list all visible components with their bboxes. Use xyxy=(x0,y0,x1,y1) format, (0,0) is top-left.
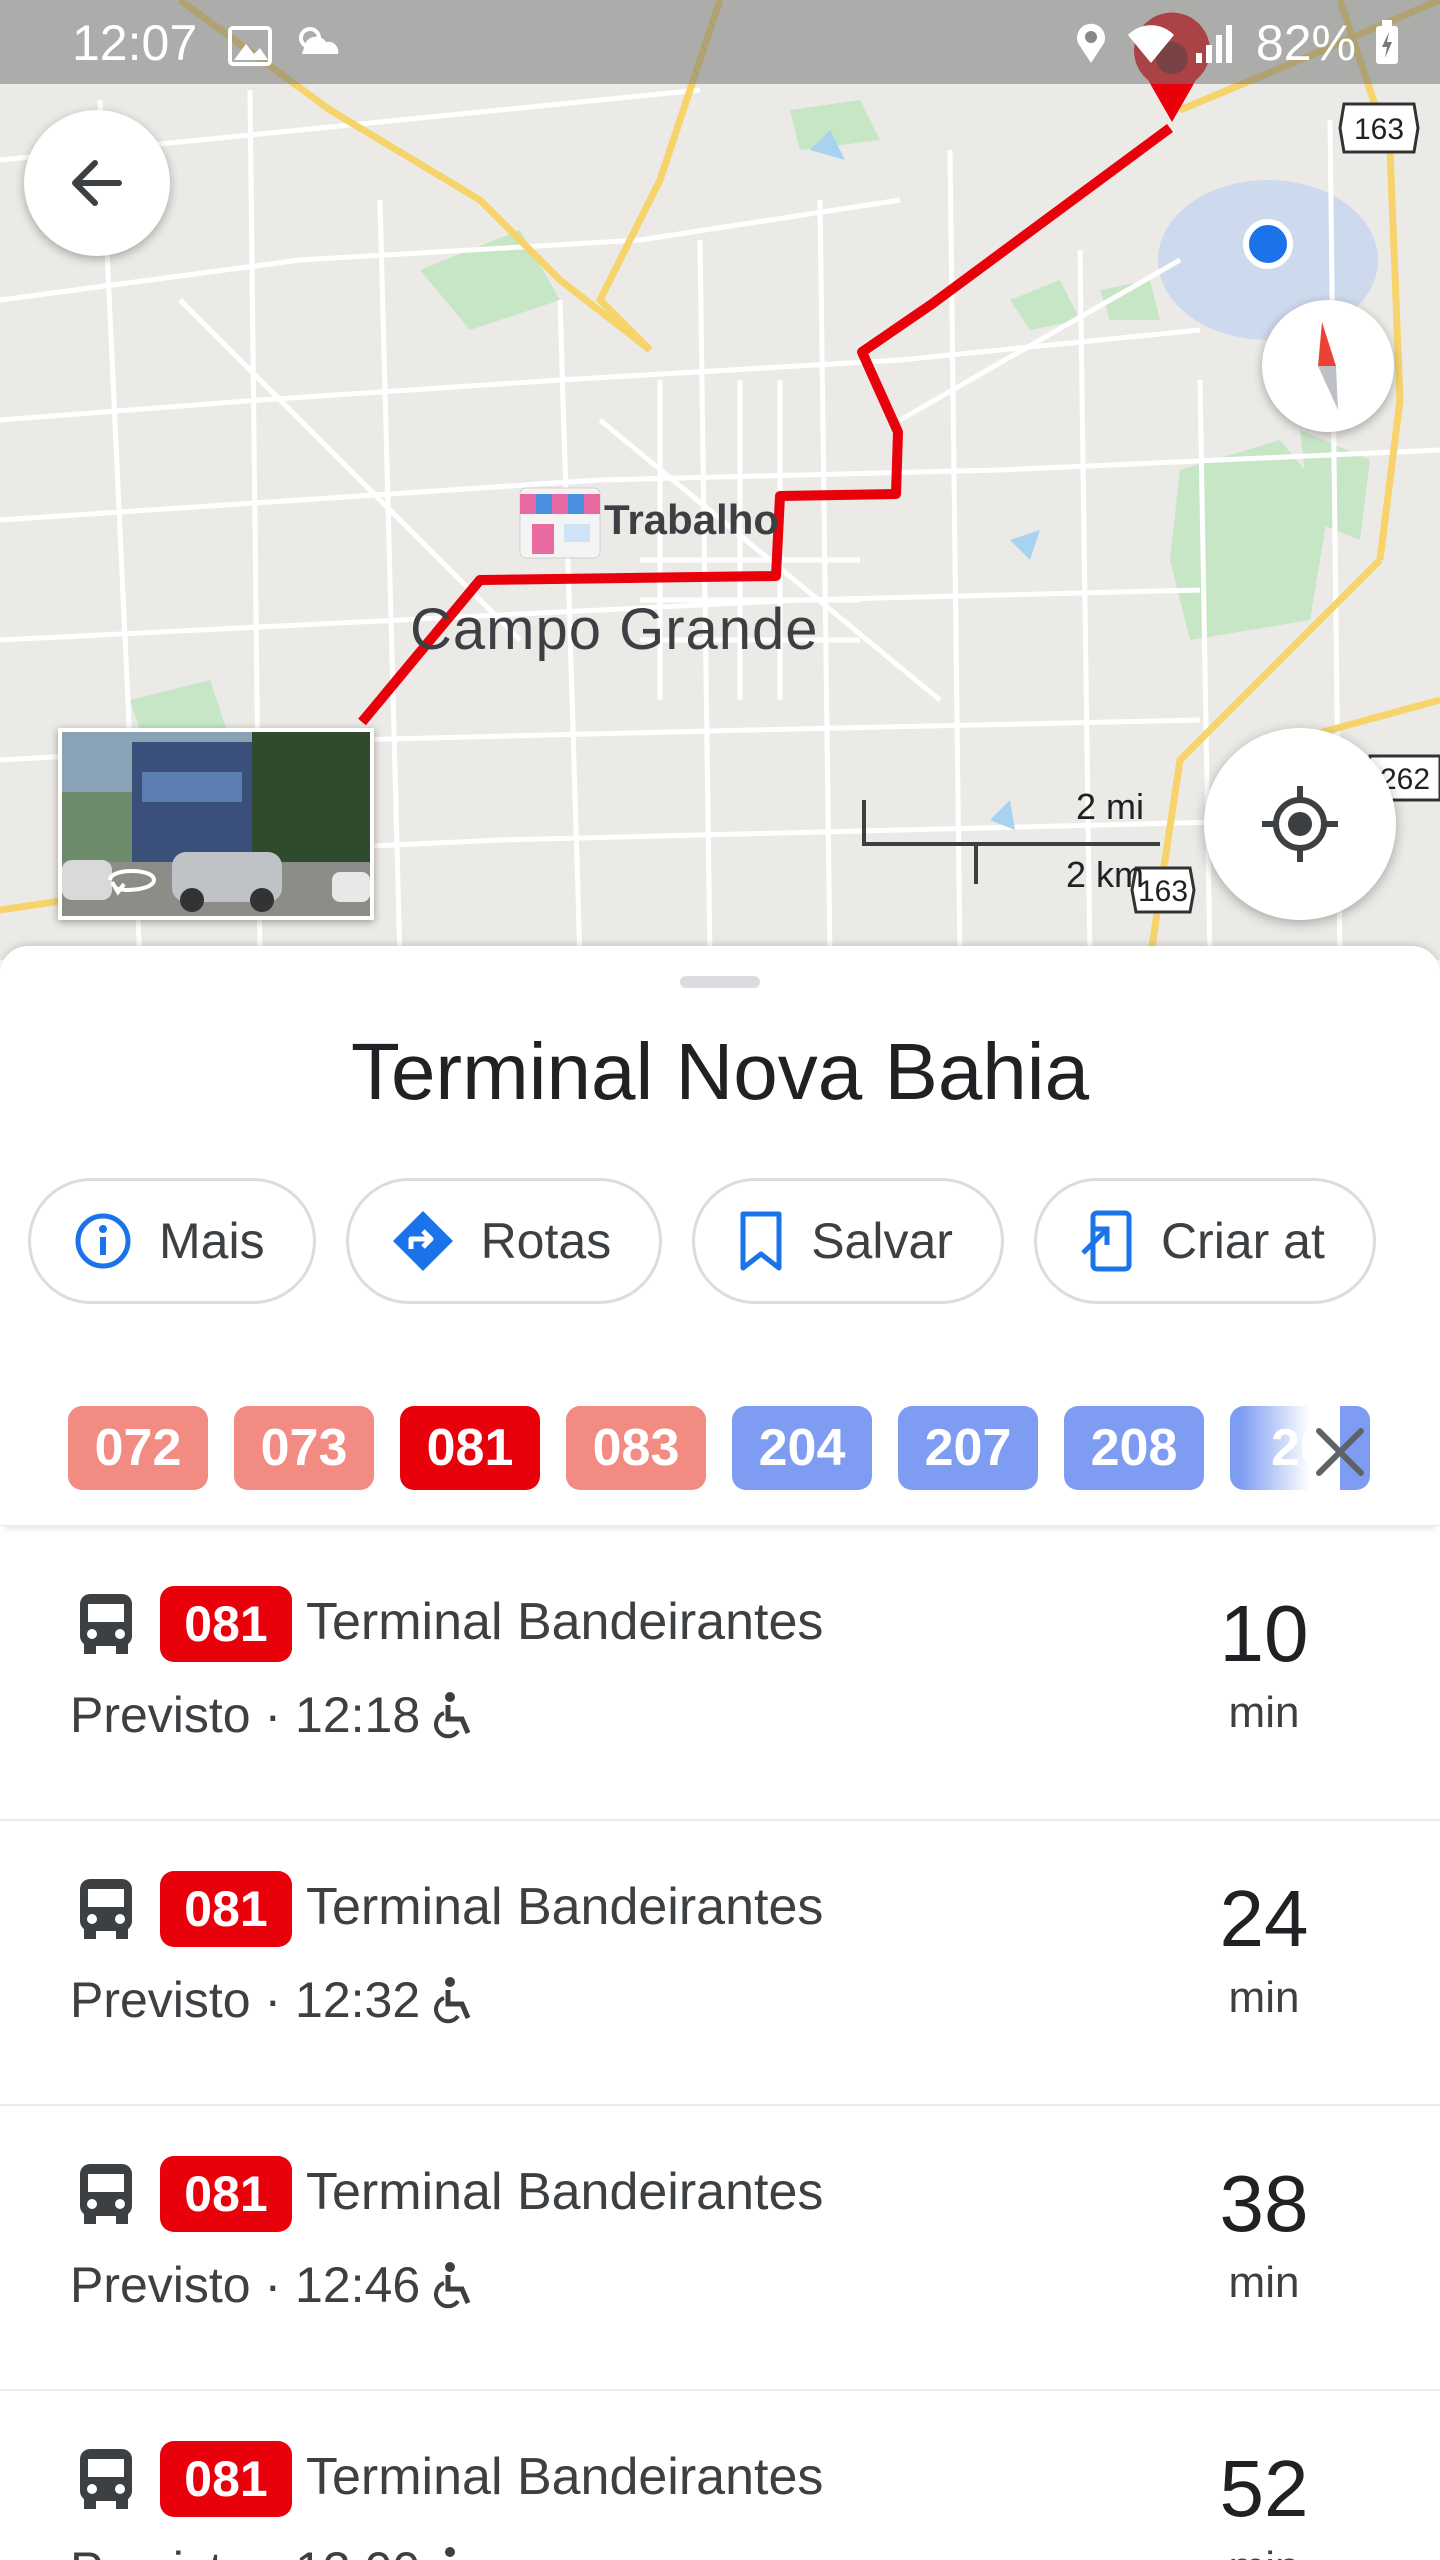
create-shortcut-button[interactable]: Criar at xyxy=(1033,1178,1376,1304)
highway-shield: 163 xyxy=(1338,102,1420,154)
weather-icon xyxy=(290,18,344,76)
scale-miles-label: 2 mi xyxy=(1076,786,1145,827)
route-filter-chip[interactable]: 072 xyxy=(68,1406,208,1490)
save-button[interactable]: Salvar xyxy=(692,1178,1004,1304)
clear-route-filter-button[interactable] xyxy=(1300,1412,1380,1492)
route-filter-chip[interactable]: 207 xyxy=(898,1406,1038,1490)
departure-status: Previsto · 12:18 xyxy=(70,1686,474,1744)
route-filter-chip[interactable]: 204 xyxy=(732,1406,872,1490)
city-label: Campo Grande xyxy=(410,597,819,662)
departure-row[interactable]: 081 Terminal Bandeirantes Previsto · 12:… xyxy=(0,2106,1440,2391)
more-info-button[interactable]: Mais xyxy=(28,1178,316,1304)
create-shortcut-label: Criar at xyxy=(1160,1213,1325,1269)
wifi-icon xyxy=(1127,25,1174,63)
bus-icon xyxy=(80,1879,132,1939)
svg-text:163: 163 xyxy=(1354,113,1404,146)
bus-icon xyxy=(80,1594,132,1654)
directions-button[interactable]: Rotas xyxy=(345,1178,663,1304)
shortcut-icon xyxy=(1081,1210,1132,1272)
wheelchair-accessible-icon xyxy=(445,2547,456,2557)
info-icon xyxy=(75,1213,131,1269)
svg-text:163: 163 xyxy=(1138,875,1188,908)
scheduled-time-label: Previsto · 13:00 xyxy=(70,2541,420,2560)
compass-icon xyxy=(1318,322,1338,410)
minutes-unit-label: min xyxy=(1184,2543,1344,2560)
directions-label: Rotas xyxy=(480,1213,612,1269)
wheelchair-accessible-icon xyxy=(434,1692,471,1739)
bus-icon xyxy=(80,2449,132,2509)
battery-charging-icon xyxy=(1376,20,1398,64)
route-filter-chip[interactable]: 081 xyxy=(400,1406,540,1490)
place-bottom-sheet[interactable]: Terminal Nova Bahia Mais Rotas Salvar Cr… xyxy=(0,946,1440,2560)
scheduled-time-label: Previsto · 12:32 xyxy=(70,1972,421,2028)
back-button[interactable] xyxy=(24,110,170,256)
place-title: Terminal Nova Bahia xyxy=(350,1027,1090,1116)
minutes-unit-label: min xyxy=(1228,2258,1300,2307)
status-time: 12:07 xyxy=(72,15,198,71)
route-chips: 07207308108320420720820 xyxy=(68,1406,1370,1490)
scale-km-label: 2 km xyxy=(1066,854,1145,895)
departure-row[interactable]: 081 Terminal Bandeirantes Previsto · 12:… xyxy=(0,1536,1440,1821)
route-badge: 081 xyxy=(160,2441,292,2517)
image-notification-icon xyxy=(228,20,272,78)
action-chips: Mais Rotas Salvar Criar at xyxy=(28,1178,1376,1304)
departure-status: Previsto · 12:32 xyxy=(70,1971,474,2029)
route-filter-chip[interactable]: 073 xyxy=(234,1406,374,1490)
rotate-360-icon xyxy=(108,869,157,896)
arrow-back-icon xyxy=(72,160,122,206)
route-filter-chip[interactable]: 208 xyxy=(1064,1406,1204,1490)
departure-status: Previsto · 12:46 xyxy=(70,2256,474,2314)
scheduled-time-label: Previsto · 12:46 xyxy=(70,2257,421,2313)
route-badge: 081 xyxy=(160,1586,292,1662)
wheelchair-accessible-icon xyxy=(434,2262,471,2309)
route-filter-bar: 07207308108320420720820 xyxy=(0,1396,1440,1526)
destination-label: Terminal Bandeirantes xyxy=(306,2163,824,2221)
my-location-dot xyxy=(1243,219,1293,269)
compass-button[interactable] xyxy=(1262,300,1394,432)
minutes-unit-label: min xyxy=(1228,1688,1300,1737)
route-badge: 081 xyxy=(160,2156,292,2232)
more-info-label: Mais xyxy=(159,1213,265,1269)
route-badge: 081 xyxy=(160,1871,292,1947)
directions-icon xyxy=(392,1211,453,1271)
destination-label: Terminal Bandeirantes xyxy=(306,2448,824,2506)
route-filter-chip[interactable]: 083 xyxy=(566,1406,706,1490)
place-label[interactable]: Trabalho xyxy=(604,496,779,544)
map-view[interactable]: 163 163 262 Trabalho Campo Grande 2 mi 2… xyxy=(0,0,1440,960)
signal-icon xyxy=(1195,25,1232,63)
minutes-until-departure: 52 xyxy=(1219,2444,1309,2533)
crosshair-icon xyxy=(1262,786,1338,862)
bookmark-icon xyxy=(740,1211,782,1271)
sheet-drag-handle[interactable] xyxy=(680,976,760,988)
minutes-unit-label: min xyxy=(1228,1973,1300,2022)
departure-row[interactable]: 081 Terminal Bandeirantes Previsto · 13:… xyxy=(0,2391,1440,2560)
street-view-thumbnail[interactable] xyxy=(58,728,374,920)
departures-list: 081 Terminal Bandeirantes Previsto · 12:… xyxy=(0,1536,1440,2560)
my-location-button[interactable] xyxy=(1204,728,1396,920)
destination-label: Terminal Bandeirantes xyxy=(306,1593,824,1651)
close-icon xyxy=(1316,1428,1364,1476)
departure-row[interactable]: 081 Terminal Bandeirantes Previsto · 12:… xyxy=(0,1821,1440,2106)
minutes-until-departure: 24 xyxy=(1219,1874,1309,1963)
status-bar: 12:07 82% xyxy=(0,0,1440,84)
minutes-until-departure: 10 xyxy=(1219,1589,1309,1678)
bus-icon xyxy=(80,2164,132,2224)
location-icon xyxy=(1076,23,1105,63)
battery-percentage: 82% xyxy=(1255,15,1356,71)
save-label: Salvar xyxy=(811,1213,953,1269)
minutes-until-departure: 38 xyxy=(1219,2159,1309,2248)
scheduled-time-label: Previsto · 12:18 xyxy=(70,1687,421,1743)
departure-status: Previsto · 13:00 xyxy=(70,2541,474,2560)
wheelchair-accessible-icon xyxy=(434,1977,471,2024)
destination-label: Terminal Bandeirantes xyxy=(306,1878,824,1936)
store-icon xyxy=(519,487,601,559)
